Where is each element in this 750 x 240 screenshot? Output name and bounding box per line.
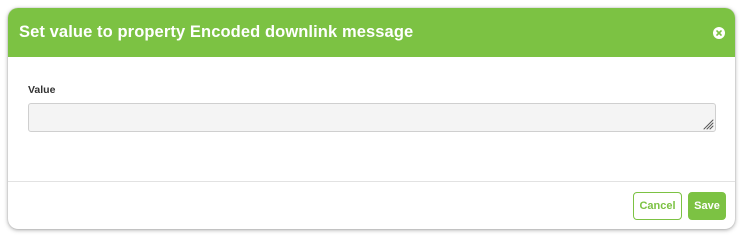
close-button[interactable]: [713, 26, 725, 39]
dialog-body: Value: [8, 57, 735, 182]
value-label: Value: [28, 84, 56, 96]
dialog-title: Set value to property Encoded downlink m…: [19, 23, 414, 41]
set-property-dialog: Set value to property Encoded downlink m…: [8, 8, 735, 229]
dialog-header: Set value to property Encoded downlink m…: [8, 8, 735, 57]
value-textarea[interactable]: [28, 103, 716, 132]
value-field-wrapper: [28, 103, 716, 132]
save-button[interactable]: Save: [688, 192, 726, 220]
resize-handle-icon[interactable]: [702, 118, 714, 130]
cancel-button[interactable]: Cancel: [633, 192, 682, 220]
close-icon: [716, 29, 722, 36]
dialog-footer: Cancel Save: [8, 182, 735, 229]
